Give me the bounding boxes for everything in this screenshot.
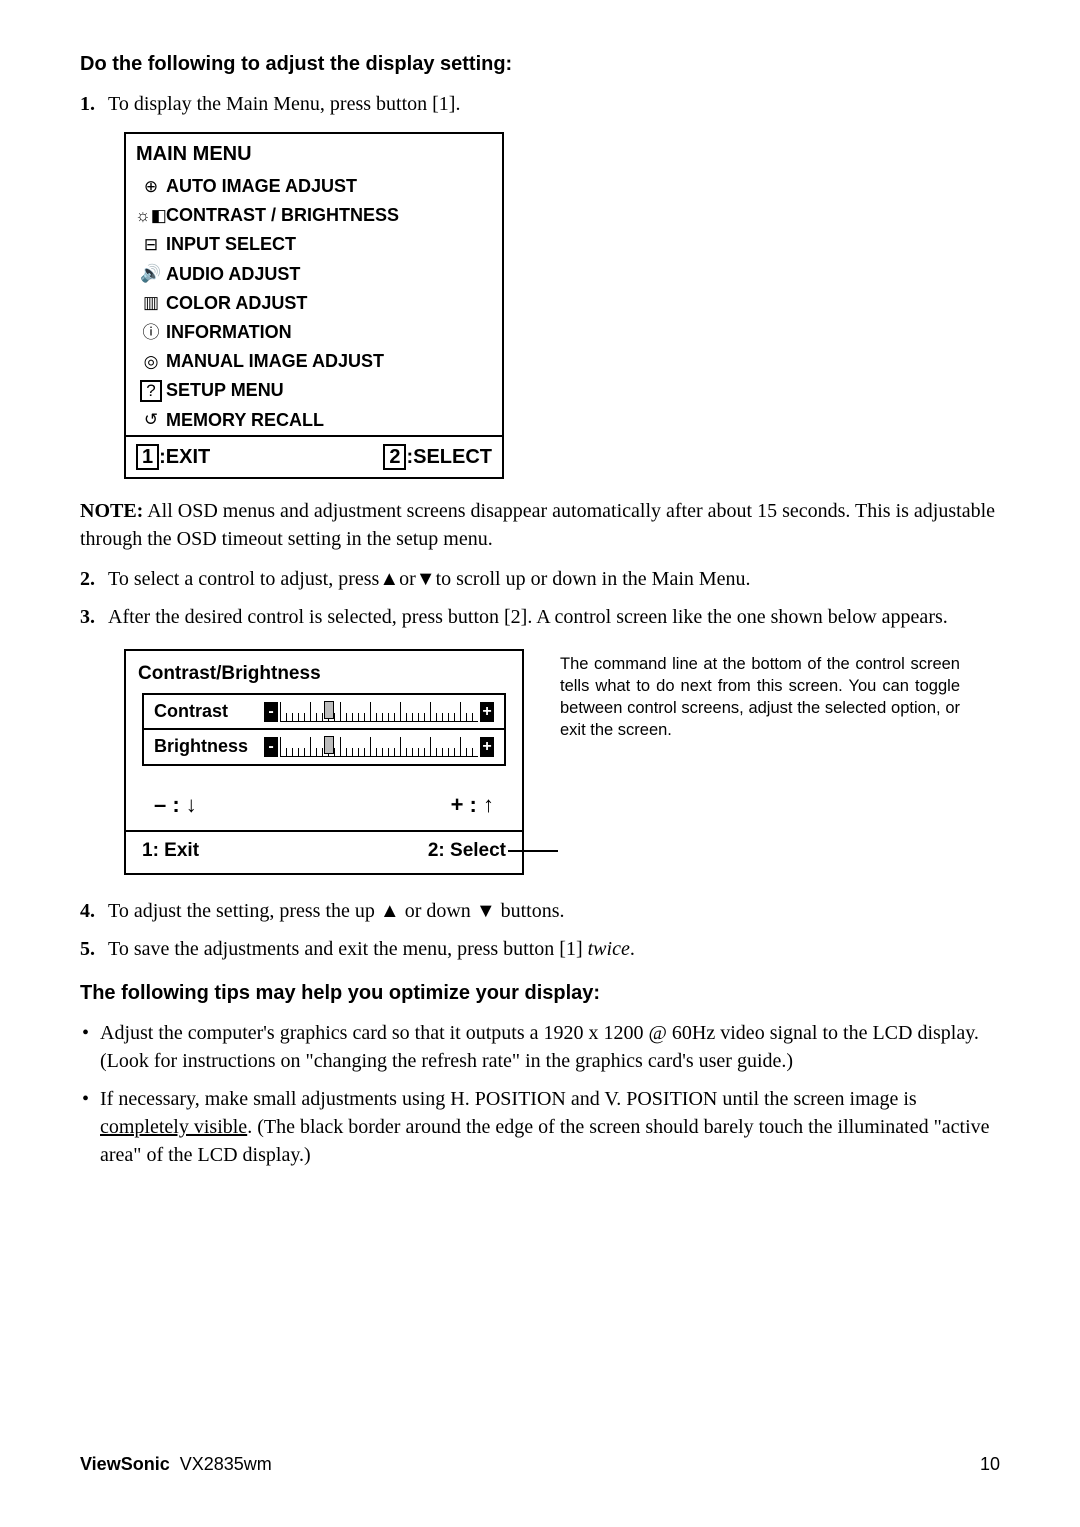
menu-label: AUTO IMAGE ADJUST [166,174,357,199]
step-4-text: To adjust the setting, press the up ▲ or… [108,897,1000,925]
contrast-label: Contrast [154,699,264,724]
down-arrow-icon: ▼ [476,897,496,925]
down-arrow-icon: ▼ [416,565,436,593]
step-2-text: To select a control to adjust, press▲or▼… [108,565,1000,593]
slider-track [280,737,478,757]
slider-thumb [324,736,334,754]
bullet-2: • If necessary, make small adjustments u… [80,1085,1000,1169]
page-footer: ViewSonic VX2835wm 10 [80,1452,1000,1477]
menu-label: AUDIO ADJUST [166,262,300,287]
slider-thumb [324,701,334,719]
step-5-num: 5. [80,935,108,963]
brightness-row: Brightness - + [144,728,504,763]
menu-item-setup: ? SETUP MENU [126,376,502,405]
brightness-contrast-icon: ☼◧ [136,204,166,228]
plus-icon: + [480,737,494,757]
question-icon: ? [136,380,166,403]
brightness-label: Brightness [154,734,264,759]
manual-icon: ◎ [136,350,166,374]
menu-label: INFORMATION [166,320,292,345]
heading-tips: The following tips may help you optimize… [80,979,1000,1007]
brightness-slider: - + [264,737,494,757]
bullet-2-text: If necessary, make small adjustments usi… [100,1085,1000,1169]
step-3: 3. After the desired control is selected… [80,603,1000,631]
underline-text: completely visible [100,1116,247,1138]
step-3-text: After the desired control is selected, p… [108,603,1000,631]
step-2-num: 2. [80,565,108,593]
menu-item-memory: ↺ MEMORY RECALL [126,406,502,435]
recall-icon: ↺ [136,408,166,432]
menu-item-auto-image: ⊕ AUTO IMAGE ADJUST [126,172,502,201]
cb-footer: 1: Exit 2: Select [126,830,522,873]
page-number: 10 [980,1452,1000,1477]
menu-item-manual: ◎ MANUAL IMAGE ADJUST [126,347,502,376]
menu-item-info: ⓘ INFORMATION [126,318,502,347]
bullet-1: • Adjust the computer's graphics card so… [80,1019,1000,1075]
menu-item-audio: 🔊 AUDIO ADJUST [126,260,502,289]
speaker-icon: 🔊 [136,262,166,286]
main-menu-footer: 1:EXIT 2:SELECT [126,435,502,477]
step-1: 1. To display the Main Menu, press butto… [80,90,1000,118]
callout-text: The command line at the bottom of the co… [560,653,960,742]
bullet-1-text: Adjust the computer's graphics card so t… [100,1019,1000,1075]
step-1-num: 1. [80,90,108,118]
minus-icon: - [264,737,278,757]
color-bars-icon: ▥ [136,291,166,315]
contrast-brightness-osd: Contrast/Brightness Contrast - + Brightn… [124,649,524,875]
menu-item-color: ▥ COLOR ADJUST [126,289,502,318]
step-1-text: To display the Main Menu, press button [… [108,90,1000,118]
note-bold: NOTE: [80,500,143,522]
info-icon: ⓘ [136,321,166,345]
menu-label: MEMORY RECALL [166,408,324,433]
up-arrow-icon: ▲ [379,565,399,593]
cb-title: Contrast/Brightness [126,651,522,694]
input-icon: ⊟ [136,233,166,257]
step-4: 4. To adjust the setting, press the up ▲… [80,897,1000,925]
crosshair-icon: ⊕ [136,175,166,199]
cb-exit-hint: 1: Exit [142,838,199,865]
cb-inner: Contrast - + Brightness - + [142,693,506,765]
menu-item-input: ⊟ INPUT SELECT [126,230,502,259]
heading-adjust: Do the following to adjust the display s… [80,50,1000,78]
footer-model: VX2835wm [180,1454,272,1474]
note-paragraph: NOTE: All OSD menus and adjustment scree… [80,497,1000,553]
note-text: All OSD menus and adjustment screens dis… [80,500,995,550]
contrast-row: Contrast - + [144,695,504,728]
select-hint: 2:SELECT [383,443,492,471]
plus-up-hint: + : ↑ [451,790,494,821]
bullet-dot-icon: • [80,1019,100,1075]
menu-item-contrast: ☼◧ CONTRAST / BRIGHTNESS [126,201,502,230]
main-menu-title: MAIN MENU [126,134,502,172]
step-5-text: To save the adjustments and exit the men… [108,935,1000,963]
menu-label: SETUP MENU [166,378,284,403]
slider-track [280,702,478,722]
footer-brand: ViewSonic VX2835wm [80,1452,272,1477]
bullet-dot-icon: • [80,1085,100,1169]
minus-icon: - [264,702,278,722]
menu-label: INPUT SELECT [166,232,296,257]
main-menu-osd: MAIN MENU ⊕ AUTO IMAGE ADJUST ☼◧ CONTRAS… [124,132,504,479]
contrast-slider: - + [264,702,494,722]
minus-down-hint: – : ↓ [154,790,197,821]
up-arrow-icon: ▲ [380,897,400,925]
twice-italic: twice [588,938,630,960]
step-2: 2. To select a control to adjust, press▲… [80,565,1000,593]
cb-arrow-hints: – : ↓ + : ↑ [126,766,522,831]
menu-label: COLOR ADJUST [166,291,307,316]
step-5: 5. To save the adjustments and exit the … [80,935,1000,963]
step-3-num: 3. [80,603,108,631]
menu-label: CONTRAST / BRIGHTNESS [166,203,399,228]
callout-line [508,850,558,852]
step-4-num: 4. [80,897,108,925]
menu-label: MANUAL IMAGE ADJUST [166,349,384,374]
cb-select-hint: 2: Select [428,838,506,865]
plus-icon: + [480,702,494,722]
exit-hint: 1:EXIT [136,443,210,471]
